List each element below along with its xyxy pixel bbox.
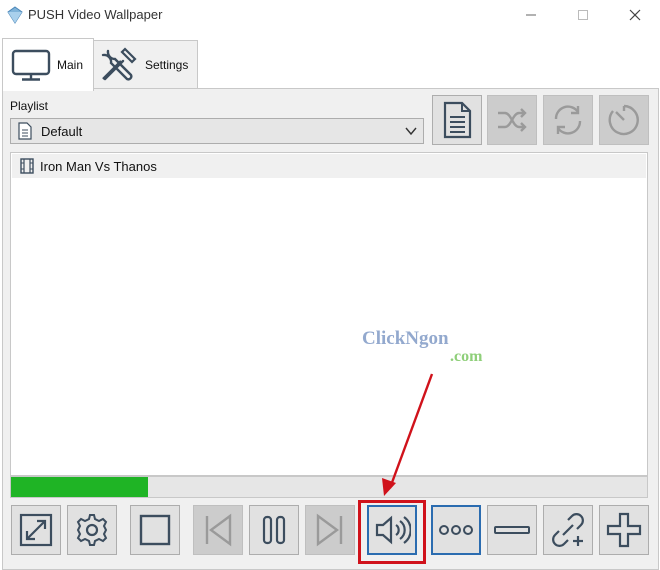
next-button[interactable]: [305, 505, 355, 555]
timer-icon: [608, 104, 639, 136]
maximize-icon: [578, 10, 588, 20]
monitor-icon: [11, 49, 51, 81]
fullscreen-icon: [19, 513, 53, 547]
video-title: Iron Man Vs Thanos: [40, 158, 157, 174]
shuffle-icon: [498, 108, 527, 132]
tab-settings[interactable]: Settings: [92, 40, 198, 89]
tab-main[interactable]: Main: [2, 38, 94, 91]
repeat-icon: [554, 105, 582, 135]
add-link-button[interactable]: [543, 505, 593, 555]
watermark-domain: .com: [450, 348, 483, 365]
annotation-arrow: [382, 373, 434, 496]
next-icon: [316, 513, 343, 547]
tab-settings-label: Settings: [145, 58, 189, 72]
window-title: PUSH Video Wallpaper: [28, 7, 163, 22]
timer-button[interactable]: [599, 95, 649, 145]
pause-icon: [262, 515, 286, 545]
progress-bar[interactable]: [10, 476, 648, 498]
stop-icon: [139, 514, 171, 546]
settings-button[interactable]: [67, 505, 117, 555]
playlist-selected-value: Default: [41, 123, 83, 139]
more-icon: [439, 525, 473, 535]
previous-button[interactable]: [193, 505, 243, 555]
gear-icon: [76, 514, 108, 546]
remove-icon: [494, 526, 530, 534]
tools-icon: [101, 47, 137, 81]
close-icon: [629, 9, 641, 21]
fullscreen-button[interactable]: [11, 505, 61, 555]
add-icon: [606, 512, 642, 548]
progress-fill: [11, 477, 148, 497]
minimize-icon: [526, 14, 536, 16]
chevron-down-icon: [405, 127, 417, 136]
remove-button[interactable]: [487, 505, 537, 555]
document-icon: [18, 122, 32, 140]
close-button[interactable]: [612, 0, 658, 30]
app-logo-icon: [7, 6, 23, 24]
title-bar: PUSH Video Wallpaper: [0, 0, 660, 30]
playlist-label: Playlist: [10, 99, 49, 113]
maximize-button[interactable]: [560, 0, 606, 30]
document-lines-icon: [443, 101, 472, 139]
film-icon: [20, 158, 34, 174]
list-item[interactable]: Iron Man Vs Thanos: [12, 154, 646, 178]
previous-icon: [205, 513, 232, 547]
playlist-select[interactable]: Default: [10, 118, 424, 144]
tab-main-label: Main: [57, 58, 84, 72]
minimize-button[interactable]: [508, 0, 554, 30]
repeat-button[interactable]: [543, 95, 593, 145]
video-list: Iron Man Vs Thanos: [10, 152, 648, 476]
stop-button[interactable]: [130, 505, 180, 555]
edit-playlist-button[interactable]: [432, 95, 482, 145]
watermark-text: ClickNgon: [362, 328, 449, 349]
pause-button[interactable]: [249, 505, 299, 555]
add-link-icon: [552, 513, 584, 547]
annotation-highlight-box: [358, 500, 426, 564]
add-button[interactable]: [599, 505, 649, 555]
more-button[interactable]: [431, 505, 481, 555]
shuffle-button[interactable]: [487, 95, 537, 145]
